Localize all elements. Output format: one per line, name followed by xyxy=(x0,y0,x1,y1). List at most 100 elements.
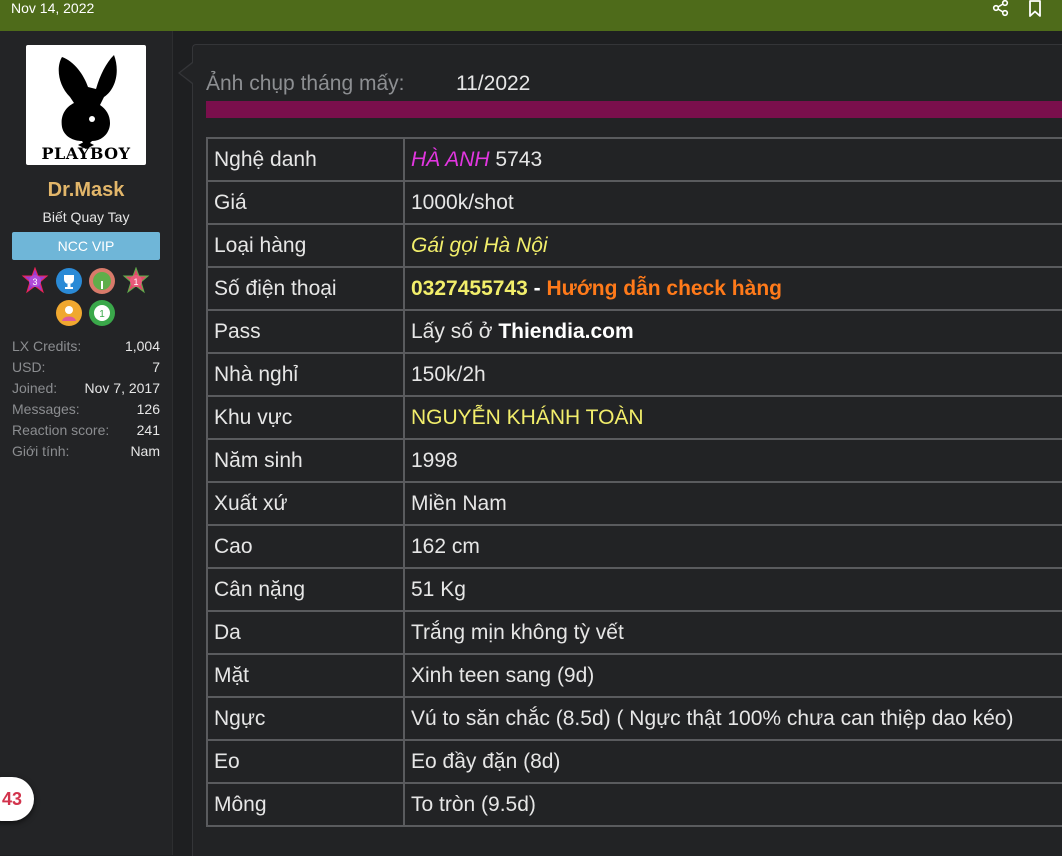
bookmark-icon[interactable] xyxy=(1026,0,1044,17)
stat-row: Joined: Nov 7, 2017 xyxy=(12,378,160,399)
table-row: Mông To tròn (9.5d) xyxy=(206,782,1062,827)
row-label: Cân nặng xyxy=(206,567,405,612)
row-label: Nghệ danh xyxy=(206,137,405,182)
tree-badge-icon[interactable] xyxy=(88,267,116,295)
stage-code: 5743 xyxy=(489,147,543,171)
badge-count: 1 xyxy=(99,309,105,320)
row-label: Pass xyxy=(206,309,405,354)
row-value: To tròn (9.5d) xyxy=(403,782,1062,827)
stat-key: Joined: xyxy=(12,380,58,396)
row-label: Khu vực xyxy=(206,395,405,440)
stat-value: Nam xyxy=(130,443,160,459)
pass-prefix: Lấy số ở xyxy=(411,319,499,343)
person-badge-icon[interactable] xyxy=(55,299,83,327)
table-row: Cân nặng 51 Kg xyxy=(206,567,1062,612)
stat-row: LX Credits: 1,004 xyxy=(12,336,160,357)
stat-row: Giới tính: Nam xyxy=(12,441,160,462)
share-icon[interactable] xyxy=(992,0,1010,17)
row-label: Mông xyxy=(206,782,405,827)
row-label: Eo xyxy=(206,739,405,784)
row-value: Trắng mịn không tỳ vết xyxy=(403,610,1062,655)
divider-bar xyxy=(206,101,1062,118)
table-row: Da Trắng mịn không tỳ vết xyxy=(206,610,1062,655)
user-stats: LX Credits: 1,004 USD: 7 Joined: Nov 7, 201… xyxy=(12,336,160,462)
row-value: Xinh teen sang (9d) xyxy=(403,653,1062,698)
table-row: Mặt Xinh teen sang (9d) xyxy=(206,653,1062,698)
table-row: Giá 1000k/shot xyxy=(206,180,1062,225)
stat-value: 241 xyxy=(136,422,160,438)
stat-key: Giới tính: xyxy=(12,443,70,459)
row-label: Loại hàng xyxy=(206,223,405,268)
row-label: Nhà nghỉ xyxy=(206,352,405,397)
check-guide-link[interactable]: Hướng dẫn check hàng xyxy=(546,277,782,300)
stat-row: Messages: 126 xyxy=(12,399,160,420)
stat-row: USD: 7 xyxy=(12,357,160,378)
badge-count: 1 xyxy=(133,277,138,287)
row-value: 150k/2h xyxy=(403,352,1062,397)
info-table: Nghệ danh HÀ ANH 5743 Giá 1000k/shot Loạ… xyxy=(206,137,1062,827)
badge-count: 3 xyxy=(32,277,37,287)
pass-site: Thiendia.com xyxy=(498,319,634,343)
post-arrow-inner xyxy=(180,63,193,83)
row-value: 51 Kg xyxy=(403,567,1062,612)
username[interactable]: Dr.Mask xyxy=(0,179,172,202)
counter-value: 43 xyxy=(1,789,22,809)
row-value: 162 cm xyxy=(403,524,1062,569)
post-date[interactable]: Nov 14, 2022 xyxy=(11,0,94,17)
phone-number: 0327455743 xyxy=(411,276,528,300)
stat-key: USD: xyxy=(12,359,46,375)
stat-value[interactable]: 126 xyxy=(137,399,160,420)
stat-value: 1,004 xyxy=(124,338,160,354)
row-label: Mặt xyxy=(206,653,405,698)
stat-value: Nov 7, 2017 xyxy=(84,380,161,396)
table-row: Năm sinh 1998 xyxy=(206,438,1062,483)
row-label: Số điện thoại xyxy=(206,266,405,311)
row-value: HÀ ANH 5743 xyxy=(403,137,1062,182)
table-row: Số điện thoại 0327455743 - Hướng dẫn che… xyxy=(206,266,1062,311)
stat-key: Reaction score: xyxy=(12,422,110,438)
message-badge-icon[interactable]: 1 xyxy=(88,299,116,327)
photo-month-line: Ảnh chụp tháng mấy: 11/2022 xyxy=(206,70,530,98)
table-row: Xuất xứ Miền Nam xyxy=(206,481,1062,526)
row-label: Cao xyxy=(206,524,405,569)
thread-topbar: Nov 14, 2022 xyxy=(0,0,1062,31)
row-value: 1000k/shot xyxy=(403,180,1062,225)
star-badge-icon[interactable]: 1 xyxy=(122,266,150,295)
row-value: Eo đầy đặn (8d) xyxy=(403,739,1062,784)
row-label: Da xyxy=(206,610,405,655)
area-value: NGUYỄN KHÁNH TOÀN xyxy=(411,405,644,429)
row-label: Xuất xứ xyxy=(206,481,405,526)
row-value: Lấy số ở Thiendia.com xyxy=(403,309,1062,354)
user-title: Biết Quay Tay xyxy=(42,209,130,225)
star-badge-icon[interactable]: 3 xyxy=(21,266,49,295)
table-row: Nghệ danh HÀ ANH 5743 xyxy=(206,137,1062,182)
table-row: Khu vực NGUYỄN KHÁNH TOÀN xyxy=(206,395,1062,440)
avatar-logo-text: PLAYBOY xyxy=(41,144,131,163)
table-row: Nhà nghỉ 150k/2h xyxy=(206,352,1062,397)
user-banner: NCC VIP xyxy=(12,232,160,260)
row-value: 1998 xyxy=(403,438,1062,483)
trophy-cup-icon[interactable] xyxy=(55,267,83,295)
stat-value: 7 xyxy=(152,359,160,375)
stat-key: LX Credits: xyxy=(12,338,82,354)
table-row: Ngực Vú to săn chắc (8.5d) ( Ngực thật 1… xyxy=(206,696,1062,741)
photo-month-label: Ảnh chụp tháng mấy: xyxy=(206,72,405,95)
row-label: Giá xyxy=(206,180,405,225)
table-row: Cao 162 cm xyxy=(206,524,1062,569)
stat-key: Messages: xyxy=(12,401,80,417)
row-value: 0327455743 - Hướng dẫn check hàng xyxy=(403,266,1062,311)
row-value: NGUYỄN KHÁNH TOÀN xyxy=(403,395,1062,440)
category-value: Gái gọi Hà Nội xyxy=(411,233,548,257)
trophy-badges: 3 1 1 xyxy=(0,266,172,329)
table-row: Loại hàng Gái gọi Hà Nội xyxy=(206,223,1062,268)
stage-name: HÀ ANH xyxy=(411,147,490,171)
phone-separator: - xyxy=(527,276,547,300)
row-label: Ngực xyxy=(206,696,405,741)
stat-row: Reaction score: 241 xyxy=(12,420,160,441)
row-value: Miền Nam xyxy=(403,481,1062,526)
row-value: Vú to săn chắc (8.5d) ( Ngực thật 100% c… xyxy=(403,696,1062,741)
row-value: Gái gọi Hà Nội xyxy=(403,223,1062,268)
user-sidebar: PLAYBOY Dr.Mask Biết Quay Tay NCC VIP 3 … xyxy=(0,31,173,855)
photo-month-value: 11/2022 xyxy=(456,72,531,95)
avatar[interactable]: PLAYBOY xyxy=(26,45,146,165)
